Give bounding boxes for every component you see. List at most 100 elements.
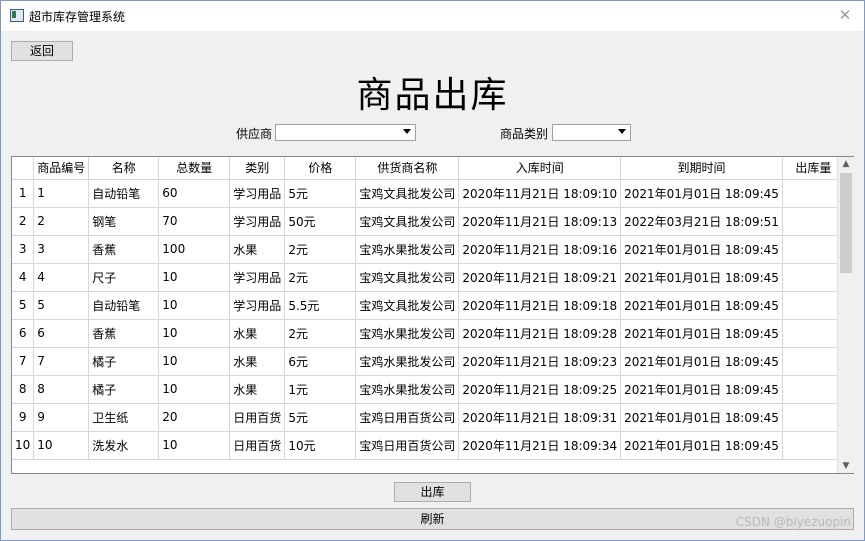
supplier-select[interactable] [275,124,416,141]
product-id-cell[interactable]: 9 [33,402,90,432]
table-row[interactable]: 6 6 香蕉 10 水果 2元 宝鸡水果批发公司 2020年11月21日 18:09:28 20… [12,318,845,348]
category-cell[interactable]: 学习用品 [229,206,286,236]
inventory-table[interactable]: 商品编号 名称 总数量 类别 价格 供货商名称 入库时间 到期时间 出库量 11… [11,156,854,474]
column-header[interactable]: 名称 [88,157,160,180]
category-cell[interactable]: 水果 [229,318,286,348]
category-cell[interactable]: 水果 [229,234,286,264]
supplier-cell[interactable]: 宝鸡文具批发公司 [355,262,460,292]
expiry-time-cell[interactable]: 2021年01月01日 18:09:45 [620,262,783,292]
product-id-cell[interactable]: 8 [33,374,90,404]
price-cell[interactable]: 10元 [284,430,357,460]
row-number[interactable]: 2 [12,206,35,236]
total-qty-cell[interactable]: 10 [158,374,231,404]
stock-out-qty-cell[interactable] [781,318,845,348]
column-header[interactable]: 商品编号 [33,157,90,180]
category-select[interactable] [552,124,631,141]
product-id-cell[interactable]: 3 [33,234,90,264]
row-number[interactable]: 9 [12,402,35,432]
row-number[interactable]: 10 [12,430,35,460]
supplier-cell[interactable]: 宝鸡日用百货公司 [355,402,460,432]
category-cell[interactable]: 日用百货 [229,402,286,432]
stock-out-qty-cell[interactable] [781,178,845,208]
price-cell[interactable]: 6元 [284,346,357,376]
table-row[interactable]: 4 4 尺子 10 学习用品 2元 宝鸡文具批发公司 2020年11月21日 18:09:21… [12,262,845,292]
stock-out-qty-cell[interactable] [781,402,845,432]
product-id-cell[interactable]: 6 [33,318,90,348]
price-cell[interactable]: 5元 [284,178,357,208]
table-row[interactable]: 2 2 钢笔 70 学习用品 50元 宝鸡文具批发公司 2020年11月21日 18:09:1… [12,206,845,236]
total-qty-cell[interactable]: 10 [158,346,231,376]
category-cell[interactable]: 学习用品 [229,262,286,292]
stock-in-time-cell[interactable]: 2020年11月21日 18:09:18 [458,290,622,320]
supplier-cell[interactable]: 宝鸡水果批发公司 [355,234,460,264]
stock-out-qty-cell[interactable] [781,290,845,320]
table-row[interactable]: 1 1 自动铅笔 60 学习用品 5元 宝鸡文具批发公司 2020年11月21日 18:09:… [12,178,845,208]
stock-in-time-cell[interactable]: 2020年11月21日 18:09:28 [458,318,622,348]
supplier-cell[interactable]: 宝鸡文具批发公司 [355,290,460,320]
refresh-button[interactable]: 刷新 [11,508,854,530]
product-name-cell[interactable]: 自动铅笔 [88,290,160,320]
supplier-cell[interactable]: 宝鸡日用百货公司 [355,430,460,460]
row-number[interactable]: 4 [12,262,35,292]
row-number[interactable]: 7 [12,346,35,376]
expiry-time-cell[interactable]: 2022年03月21日 18:09:51 [620,206,783,236]
vertical-scrollbar[interactable]: ▲ ▼ [837,157,854,473]
product-name-cell[interactable]: 香蕉 [88,234,160,264]
stock-in-time-cell[interactable]: 2020年11月21日 18:09:21 [458,262,622,292]
price-cell[interactable]: 50元 [284,206,357,236]
product-id-cell[interactable]: 5 [33,290,90,320]
row-number[interactable]: 8 [12,374,35,404]
supplier-cell[interactable]: 宝鸡文具批发公司 [355,178,460,208]
total-qty-cell[interactable]: 10 [158,318,231,348]
price-cell[interactable]: 2元 [284,318,357,348]
total-qty-cell[interactable]: 100 [158,234,231,264]
row-number[interactable]: 6 [12,318,35,348]
product-id-cell[interactable]: 10 [33,430,90,460]
price-cell[interactable]: 5元 [284,402,357,432]
stock-in-time-cell[interactable]: 2020年11月21日 18:09:31 [458,402,622,432]
supplier-cell[interactable]: 宝鸡文具批发公司 [355,206,460,236]
price-cell[interactable]: 5.5元 [284,290,357,320]
stock-out-button[interactable]: 出库 [394,482,471,502]
column-header[interactable]: 到期时间 [620,157,783,180]
total-qty-cell[interactable]: 10 [158,262,231,292]
product-name-cell[interactable]: 香蕉 [88,318,160,348]
expiry-time-cell[interactable]: 2021年01月01日 18:09:45 [620,234,783,264]
product-name-cell[interactable]: 橘子 [88,346,160,376]
stock-in-time-cell[interactable]: 2020年11月21日 18:09:16 [458,234,622,264]
stock-out-qty-cell[interactable] [781,262,845,292]
column-header[interactable]: 总数量 [158,157,231,180]
column-header[interactable]: 类别 [229,157,286,180]
expiry-time-cell[interactable]: 2021年01月01日 18:09:45 [620,374,783,404]
stock-out-qty-cell[interactable] [781,206,845,236]
product-name-cell[interactable]: 钢笔 [88,206,160,236]
header-corner[interactable] [12,157,35,180]
table-row[interactable]: 10 10 洗发水 10 日用百货 10元 宝鸡日用百货公司 2020年11月21日 18:0… [12,430,845,460]
expiry-time-cell[interactable]: 2021年01月01日 18:09:45 [620,402,783,432]
stock-out-qty-cell[interactable] [781,346,845,376]
total-qty-cell[interactable]: 20 [158,402,231,432]
product-name-cell[interactable]: 橘子 [88,374,160,404]
supplier-cell[interactable]: 宝鸡水果批发公司 [355,318,460,348]
product-name-cell[interactable]: 尺子 [88,262,160,292]
stock-out-qty-cell[interactable] [781,234,845,264]
price-cell[interactable]: 2元 [284,262,357,292]
row-number[interactable]: 5 [12,290,35,320]
stock-in-time-cell[interactable]: 2020年11月21日 18:09:34 [458,430,622,460]
stock-in-time-cell[interactable]: 2020年11月21日 18:09:25 [458,374,622,404]
table-row[interactable]: 7 7 橘子 10 水果 6元 宝鸡水果批发公司 2020年11月21日 18:09:23 20… [12,346,845,376]
scroll-down-icon[interactable]: ▼ [838,459,854,473]
expiry-time-cell[interactable]: 2021年01月01日 18:09:45 [620,430,783,460]
column-header[interactable]: 供货商名称 [355,157,460,180]
stock-in-time-cell[interactable]: 2020年11月21日 18:09:23 [458,346,622,376]
total-qty-cell[interactable]: 60 [158,178,231,208]
product-id-cell[interactable]: 2 [33,206,90,236]
total-qty-cell[interactable]: 10 [158,290,231,320]
stock-in-time-cell[interactable]: 2020年11月21日 18:09:10 [458,178,622,208]
column-header[interactable]: 入库时间 [458,157,622,180]
row-number[interactable]: 1 [12,178,35,208]
total-qty-cell[interactable]: 70 [158,206,231,236]
price-cell[interactable]: 1元 [284,374,357,404]
scroll-up-icon[interactable]: ▲ [838,157,854,171]
close-icon[interactable]: ✕ [836,6,854,24]
